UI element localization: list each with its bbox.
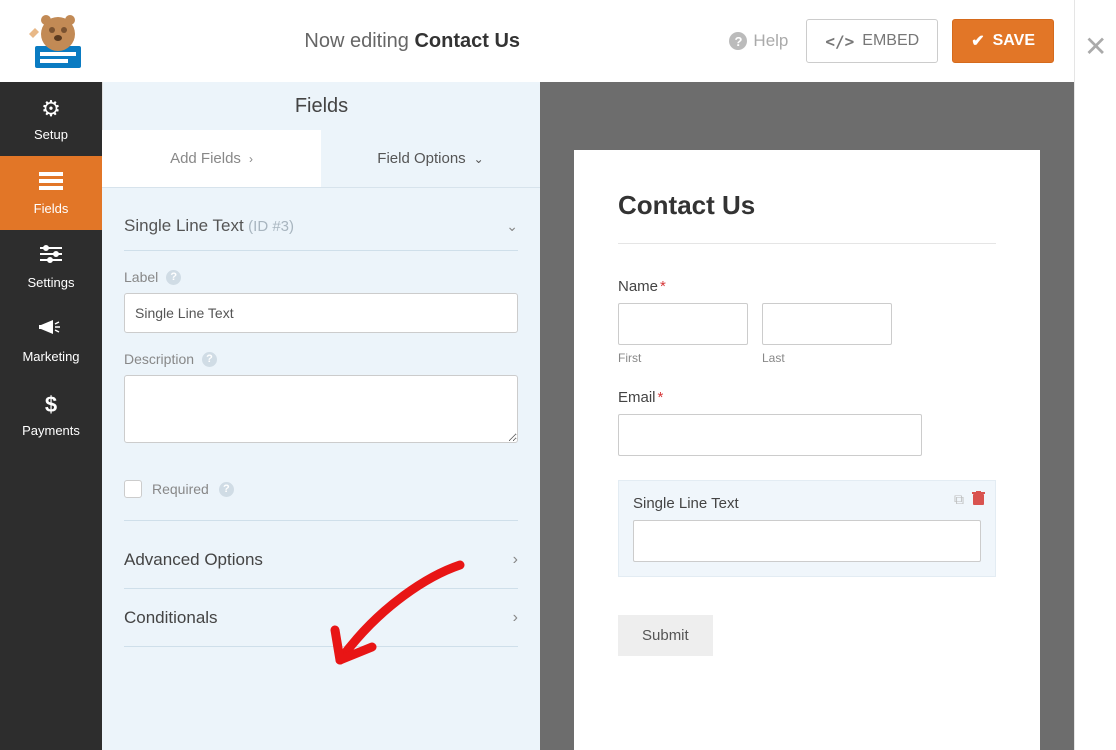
gear-icon: ⚙ bbox=[41, 96, 61, 122]
last-name-input[interactable] bbox=[762, 303, 892, 345]
sidebar-item-settings[interactable]: Settings bbox=[0, 230, 102, 304]
save-label: SAVE bbox=[993, 32, 1035, 50]
label-text: Label bbox=[124, 269, 158, 285]
panel-header: Fields bbox=[102, 82, 540, 130]
tab-label: Add Fields bbox=[170, 150, 241, 167]
required-checkbox[interactable] bbox=[124, 480, 142, 498]
code-icon: </> bbox=[825, 32, 854, 51]
sidebar-item-fields[interactable]: Fields bbox=[0, 156, 102, 230]
last-sublabel: Last bbox=[762, 351, 892, 365]
editing-prefix: Now editing bbox=[304, 30, 409, 52]
tab-add-fields[interactable]: Add Fields › bbox=[102, 130, 321, 188]
dollar-icon: $ bbox=[45, 392, 57, 418]
selected-field-preview[interactable]: ⧉ Single Line Text bbox=[618, 480, 996, 577]
sidebar-label: Payments bbox=[22, 423, 80, 438]
save-button[interactable]: ✔ SAVE bbox=[952, 19, 1054, 63]
form-name: Contact Us bbox=[414, 30, 520, 52]
required-label: Required bbox=[152, 481, 209, 497]
chevron-right-icon: › bbox=[249, 152, 253, 166]
accordion-label: Advanced Options bbox=[124, 550, 263, 570]
field-section-header[interactable]: Single Line Text (ID #3) ⌄ bbox=[124, 216, 518, 251]
trash-icon[interactable] bbox=[972, 491, 985, 508]
embed-button[interactable]: </> EMBED bbox=[806, 19, 938, 63]
help-icon[interactable]: ? bbox=[202, 352, 217, 367]
description-input[interactable] bbox=[124, 375, 518, 443]
check-icon: ✔ bbox=[971, 31, 984, 51]
chevron-down-icon: ⌄ bbox=[506, 218, 518, 235]
description-label: Description ? bbox=[124, 351, 518, 367]
chevron-right-icon: › bbox=[513, 609, 518, 627]
editing-title: Now editing Contact Us bbox=[95, 30, 729, 53]
tab-label: Field Options bbox=[377, 150, 465, 167]
submit-button[interactable]: Submit bbox=[618, 615, 713, 656]
chevron-right-icon: › bbox=[513, 551, 518, 569]
field-id: (ID #3) bbox=[248, 218, 294, 235]
field-name: Single Line Text bbox=[124, 216, 244, 235]
name-label: Name* bbox=[618, 278, 996, 295]
help-icon[interactable]: ? bbox=[219, 482, 234, 497]
chevron-down-icon: ⌄ bbox=[474, 152, 484, 166]
close-icon[interactable]: ✕ bbox=[1084, 30, 1107, 63]
help-label: Help bbox=[753, 31, 788, 51]
sidebar-label: Fields bbox=[34, 201, 69, 216]
sidebar-item-setup[interactable]: ⚙ Setup bbox=[0, 82, 102, 156]
form-preview: Contact Us Name* First Last bbox=[574, 150, 1040, 750]
accordion-label: Conditionals bbox=[124, 608, 218, 628]
label-text: Description bbox=[124, 351, 194, 367]
sidebar-label: Settings bbox=[28, 275, 75, 290]
label-input[interactable] bbox=[124, 293, 518, 333]
sidebar-item-marketing[interactable]: Marketing bbox=[0, 304, 102, 378]
required-asterisk: * bbox=[660, 278, 666, 295]
email-label: Email* bbox=[618, 389, 996, 406]
sidebar-label: Setup bbox=[34, 127, 68, 142]
form-title: Contact Us bbox=[618, 190, 996, 244]
duplicate-icon[interactable]: ⧉ bbox=[954, 491, 964, 508]
required-asterisk: * bbox=[658, 389, 664, 406]
single-line-label: Single Line Text bbox=[633, 495, 981, 512]
help-icon[interactable]: ? bbox=[166, 270, 181, 285]
single-line-input[interactable] bbox=[633, 520, 981, 562]
first-name-input[interactable] bbox=[618, 303, 748, 345]
wpforms-logo bbox=[20, 4, 95, 79]
label-label: Label ? bbox=[124, 269, 518, 285]
advanced-options-accordion[interactable]: Advanced Options › bbox=[124, 531, 518, 589]
sliders-icon bbox=[40, 244, 62, 270]
sidebar: ⚙ Setup Fields Settings Marketing bbox=[0, 82, 102, 750]
first-sublabel: First bbox=[618, 351, 748, 365]
embed-label: EMBED bbox=[862, 32, 919, 50]
help-icon: ? bbox=[729, 32, 747, 50]
sidebar-label: Marketing bbox=[22, 349, 79, 364]
conditionals-accordion[interactable]: Conditionals › bbox=[124, 589, 518, 647]
help-link[interactable]: ? Help bbox=[729, 31, 788, 51]
bullhorn-icon bbox=[39, 318, 63, 344]
list-icon bbox=[39, 170, 63, 196]
tab-field-options[interactable]: Field Options ⌄ bbox=[321, 130, 540, 188]
sidebar-item-payments[interactable]: $ Payments bbox=[0, 378, 102, 452]
email-input[interactable] bbox=[618, 414, 922, 456]
